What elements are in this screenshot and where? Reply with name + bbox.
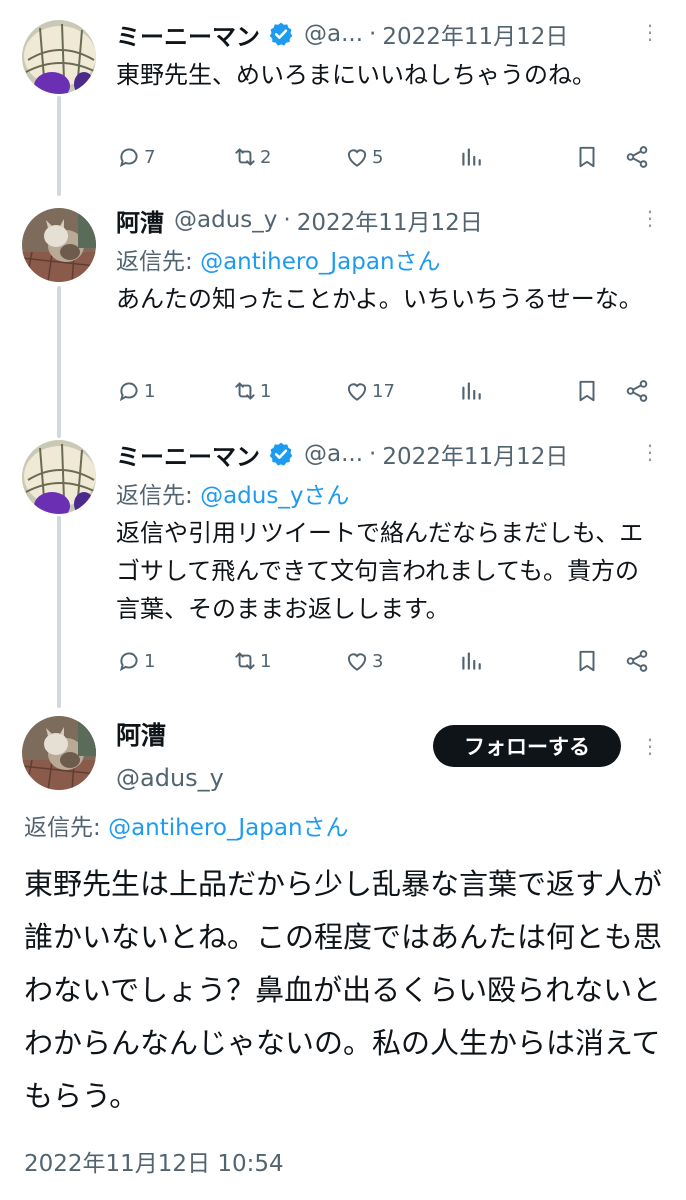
reply-button[interactable]: 1 bbox=[116, 378, 155, 404]
bookmark-button[interactable] bbox=[574, 144, 600, 170]
retweet-button[interactable]: 1 bbox=[232, 648, 271, 674]
reply-to-mention[interactable]: @adus_yさん bbox=[200, 483, 349, 509]
heart-icon bbox=[347, 653, 367, 671]
follow-button[interactable]: フォローする bbox=[433, 725, 621, 767]
more-options-icon[interactable]: ⋮ bbox=[640, 206, 660, 230]
share-icon bbox=[626, 650, 648, 672]
tweet[interactable]: ミーニーマン @a... · 2022年11月12日 ⋮ 返信先: @adus_… bbox=[116, 436, 660, 628]
tweet-date[interactable]: 2022年11月12日 bbox=[382, 17, 568, 51]
share-icon bbox=[626, 380, 648, 402]
tweet-text: あんたの知ったことかよ。いちいちうるせーな。 bbox=[116, 285, 643, 313]
separator-dot: · bbox=[369, 441, 377, 467]
heart-icon bbox=[347, 149, 367, 167]
tweet-actions: 1 1 3 bbox=[116, 648, 660, 678]
author-handle[interactable]: @a... bbox=[304, 21, 363, 47]
author-handle[interactable]: @adus_y bbox=[116, 764, 224, 792]
reply-count: 1 bbox=[144, 650, 156, 672]
tweet-text: 返信や引用リツイートで絡んだならまだしも、エゴサして飛んできて文句言われましても… bbox=[116, 519, 644, 623]
author-name[interactable]: ミーニーマン bbox=[116, 437, 260, 472]
retweet-icon bbox=[235, 382, 255, 400]
like-button[interactable]: 3 bbox=[344, 648, 383, 674]
avatar[interactable] bbox=[22, 208, 96, 282]
heart-icon bbox=[347, 383, 367, 401]
reply-button[interactable]: 7 bbox=[116, 144, 155, 170]
like-count: 3 bbox=[372, 650, 384, 672]
separator-dot: · bbox=[369, 21, 377, 47]
reply-to: 返信先: @adus_yさん bbox=[116, 476, 660, 510]
thread-line bbox=[57, 286, 61, 438]
retweet-button[interactable]: 2 bbox=[232, 144, 271, 170]
reply-count: 1 bbox=[144, 380, 156, 402]
tweet[interactable]: 阿漕 @adus_y · 2022年11月12日 ⋮ 返信先: @antiher… bbox=[116, 202, 660, 318]
avatar[interactable] bbox=[22, 20, 96, 94]
bookmark-button[interactable] bbox=[574, 378, 600, 404]
retweet-count: 2 bbox=[260, 146, 272, 168]
reply-to-prefix: 返信先: bbox=[116, 483, 193, 509]
verified-badge-icon bbox=[269, 442, 293, 466]
avatar[interactable] bbox=[22, 716, 96, 790]
reply-to: 返信先: @antihero_Japanさん bbox=[116, 242, 660, 276]
retweet-icon bbox=[235, 652, 255, 670]
thread-line bbox=[57, 516, 61, 708]
tweet-date[interactable]: 2022年11月12日 bbox=[297, 203, 483, 237]
reply-to-prefix: 返信先: bbox=[24, 815, 101, 841]
views-button[interactable] bbox=[458, 144, 484, 170]
like-button[interactable]: 17 bbox=[344, 378, 395, 404]
retweet-count: 1 bbox=[260, 380, 272, 402]
more-options-icon[interactable]: ⋮ bbox=[640, 440, 660, 464]
author-name[interactable]: 阿漕 bbox=[116, 203, 164, 238]
reply-icon bbox=[119, 148, 138, 168]
tweet-date[interactable]: 2022年11月12日 bbox=[382, 437, 568, 471]
reply-count: 7 bbox=[144, 146, 156, 168]
bookmark-icon bbox=[579, 650, 595, 672]
thread-line bbox=[57, 96, 61, 196]
bookmark-icon bbox=[579, 380, 595, 402]
main-tweet-text: 東野先生は上品だから少し乱暴な言葉で返す人が誰かいないとね。この程度ではあんたは… bbox=[24, 867, 663, 1113]
like-count: 5 bbox=[372, 146, 384, 168]
tweet-timestamp[interactable]: 2022年11月12日 10:54 bbox=[24, 1144, 284, 1178]
retweet-button[interactable]: 1 bbox=[232, 378, 271, 404]
more-options-icon[interactable]: ⋮ bbox=[640, 20, 660, 44]
share-button[interactable] bbox=[624, 648, 650, 674]
author-name[interactable]: 阿漕 bbox=[116, 716, 224, 752]
views-button[interactable] bbox=[458, 648, 484, 674]
share-button[interactable] bbox=[624, 144, 650, 170]
separator-dot: · bbox=[283, 207, 291, 233]
author-handle[interactable]: @a... bbox=[304, 441, 363, 467]
views-chart-icon bbox=[462, 148, 481, 166]
verified-badge-icon bbox=[269, 22, 293, 46]
views-button[interactable] bbox=[458, 378, 484, 404]
bookmark-icon bbox=[579, 146, 595, 168]
reply-button[interactable]: 1 bbox=[116, 648, 155, 674]
like-button[interactable]: 5 bbox=[344, 144, 383, 170]
tweet-actions: 1 1 17 bbox=[116, 378, 660, 408]
reply-to-mention[interactable]: @antihero_Japanさん bbox=[200, 249, 440, 275]
views-chart-icon bbox=[462, 652, 481, 670]
author-handle[interactable]: @adus_y bbox=[174, 207, 277, 233]
tweet-text: 東野先生、めいろまにいいねしちゃうのね。 bbox=[116, 61, 596, 89]
reply-to-mention[interactable]: @antihero_Japanさん bbox=[108, 815, 348, 841]
share-icon bbox=[626, 146, 648, 168]
like-count: 17 bbox=[372, 380, 395, 402]
avatar[interactable] bbox=[22, 440, 96, 514]
reply-icon bbox=[119, 382, 138, 402]
tweet[interactable]: ミーニーマン @a... · 2022年11月12日 ⋮ 東野先生、めいろまにい… bbox=[116, 16, 660, 94]
bookmark-button[interactable] bbox=[574, 648, 600, 674]
retweet-icon bbox=[235, 148, 255, 166]
author-name[interactable]: ミーニーマン bbox=[116, 17, 260, 52]
share-button[interactable] bbox=[624, 378, 650, 404]
reply-icon bbox=[119, 652, 138, 672]
reply-to-prefix: 返信先: bbox=[116, 249, 193, 275]
more-options-icon[interactable]: ⋮ bbox=[640, 734, 660, 758]
retweet-count: 1 bbox=[260, 650, 272, 672]
tweet-actions: 7 2 5 bbox=[116, 144, 660, 174]
main-tweet-author: 阿漕 @adus_y bbox=[116, 716, 224, 792]
views-chart-icon bbox=[462, 382, 481, 400]
reply-to: 返信先: @antihero_Japanさん bbox=[24, 808, 349, 842]
